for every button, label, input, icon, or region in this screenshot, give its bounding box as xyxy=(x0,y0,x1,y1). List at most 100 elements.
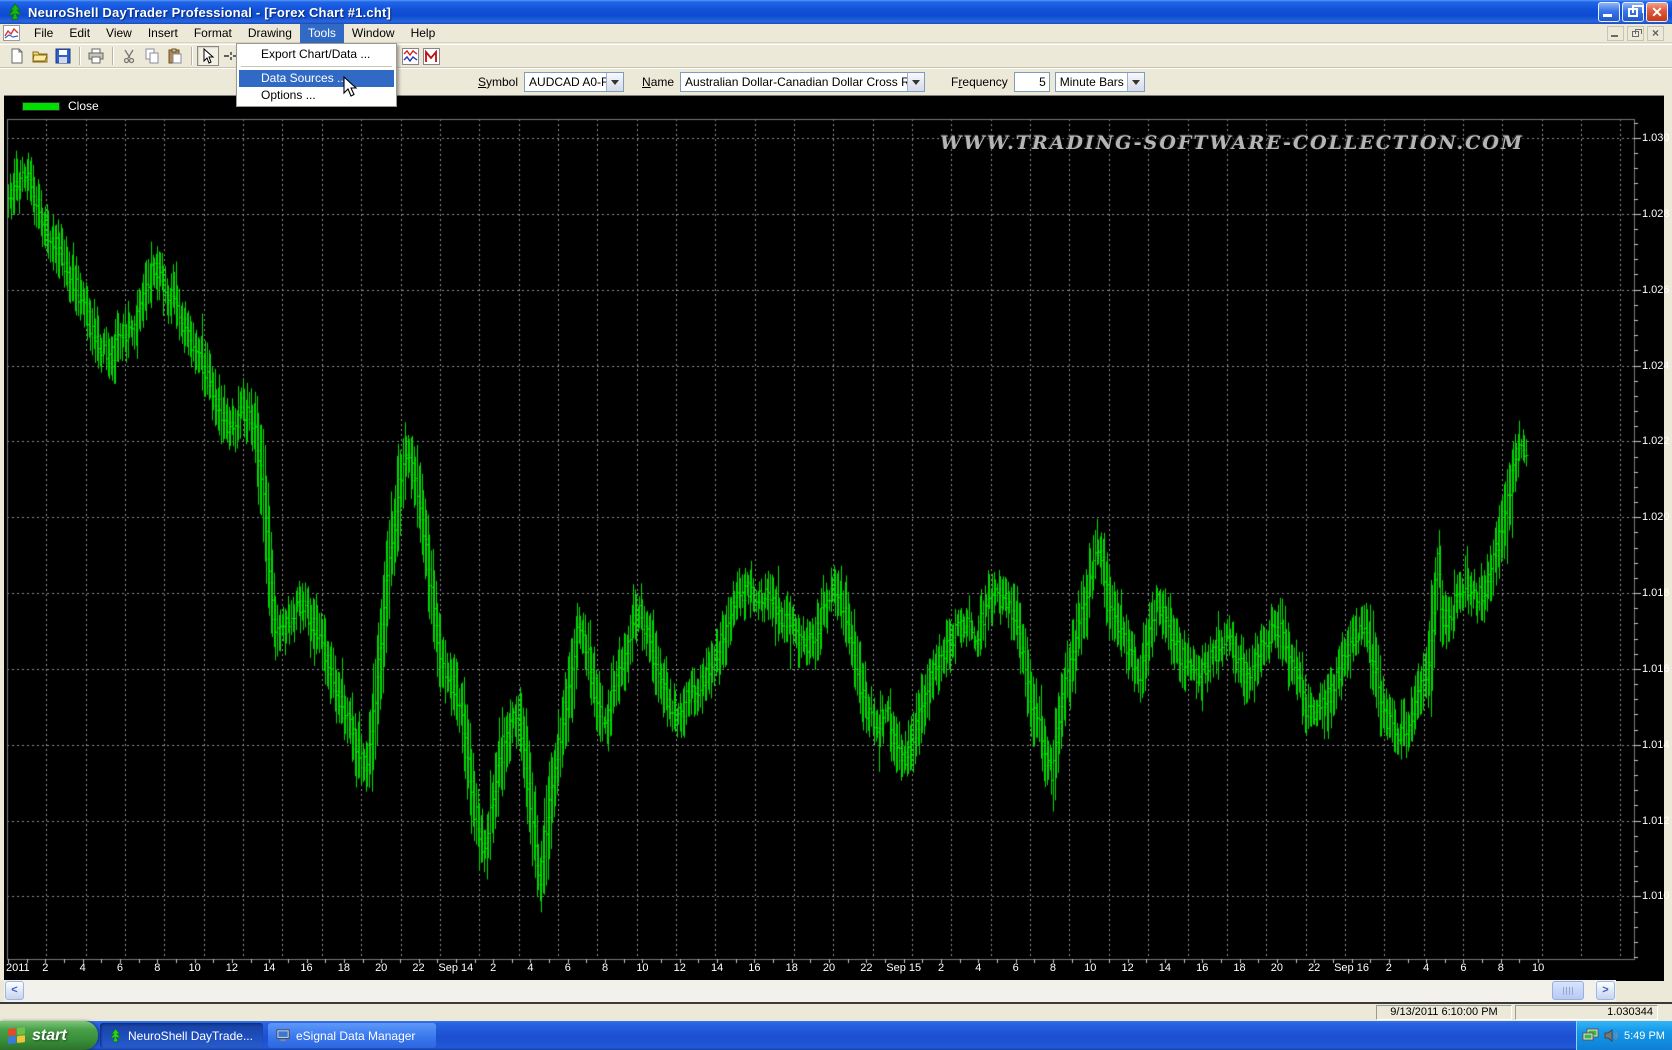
esignal-icon xyxy=(276,1028,291,1043)
volume-icon[interactable] xyxy=(1603,1028,1618,1043)
x-axis-tick-label: 16 xyxy=(1196,962,1208,974)
menu-item-data-sources[interactable]: Data Sources ... xyxy=(239,70,394,87)
scrollbar-thumb[interactable] xyxy=(1552,981,1584,1000)
x-axis-tick-label: 10 xyxy=(1084,962,1096,974)
y-axis-tick-label: 1.030 xyxy=(1642,132,1672,144)
frequency-dropdown-icon[interactable] xyxy=(1127,73,1144,91)
name-dropdown-icon[interactable] xyxy=(907,73,924,91)
menu-item-export-chart-data[interactable]: Export Chart/Data ... xyxy=(239,46,394,63)
mdi-restore-button[interactable] xyxy=(1627,26,1644,41)
system-tray: 5:49 PM xyxy=(1576,1021,1672,1050)
start-button[interactable]: start xyxy=(0,1021,98,1050)
paste-icon[interactable] xyxy=(164,46,186,66)
legend-label: Close xyxy=(68,99,99,113)
mdi-minimize-button[interactable] xyxy=(1607,26,1624,41)
x-axis-tick-label: 8 xyxy=(1050,962,1056,974)
x-axis-tick-label: Sep 14 xyxy=(438,962,473,974)
name-combobox[interactable]: Australian Dollar-Canadian Dollar Cross … xyxy=(680,72,925,92)
symbol-value: AUDCAD A0-FX xyxy=(525,75,606,89)
new-document-icon[interactable] xyxy=(6,46,28,66)
x-axis-tick-label: 22 xyxy=(1308,962,1320,974)
menu-drawing[interactable]: Drawing xyxy=(240,24,300,43)
x-axis-tick-label: 14 xyxy=(711,962,723,974)
status-price-value: 1.030344 xyxy=(1515,1005,1658,1020)
close-button[interactable]: ✕ xyxy=(1646,2,1668,22)
x-axis-tick-label: Sep 15 xyxy=(886,962,921,974)
x-axis-tick-label: 6 xyxy=(565,962,571,974)
x-axis-tick-label: 8 xyxy=(602,962,608,974)
wave-chart-icon[interactable] xyxy=(399,46,421,66)
scroll-right-arrow-icon[interactable]: > xyxy=(1596,981,1615,1000)
menu-window[interactable]: Window xyxy=(344,24,403,43)
name-label: Name xyxy=(642,75,674,89)
pointer-icon[interactable] xyxy=(197,46,219,66)
y-axis-tick-label: 1.024 xyxy=(1642,360,1672,372)
minimize-button[interactable] xyxy=(1598,2,1620,22)
open-folder-icon[interactable] xyxy=(29,46,51,66)
network-icon[interactable] xyxy=(1582,1028,1599,1043)
y-axis-tick-label: 1.026 xyxy=(1642,284,1672,296)
tools-menu-popup: Export Chart/Data ... Data Sources ...Opt… xyxy=(236,43,397,107)
menu-file[interactable]: File xyxy=(26,24,61,43)
y-axis-tick-label: 1.028 xyxy=(1642,208,1672,220)
y-axis-tick-label: 1.020 xyxy=(1642,511,1672,523)
mdi-close-button[interactable]: × xyxy=(1647,26,1664,41)
x-axis-tick-label: 4 xyxy=(1423,962,1429,974)
menu-separator xyxy=(241,66,392,67)
x-axis-tick-label: 2 xyxy=(490,962,496,974)
menu-help[interactable]: Help xyxy=(403,24,444,43)
copy-icon[interactable] xyxy=(141,46,163,66)
x-axis-tick-label: 2011 xyxy=(6,962,30,974)
y-axis-tick-label: 1.014 xyxy=(1642,739,1672,751)
scroll-left-arrow-icon[interactable]: < xyxy=(5,981,24,1000)
x-axis-tick-label: 6 xyxy=(1460,962,1466,974)
menu-edit[interactable]: Edit xyxy=(61,24,98,43)
menu-tools[interactable]: Tools xyxy=(300,24,344,43)
x-axis-tick-label: 6 xyxy=(117,962,123,974)
x-axis-tick-label: 18 xyxy=(338,962,350,974)
x-axis-tick-label: 14 xyxy=(263,962,275,974)
taskbar-task-neuroshell[interactable]: NeuroShell DayTrade... xyxy=(100,1023,263,1048)
x-axis-tick-label: 16 xyxy=(748,962,760,974)
chart-document-icon xyxy=(3,25,20,41)
x-axis-tick-label: 8 xyxy=(1498,962,1504,974)
symbol-dropdown-icon[interactable] xyxy=(606,73,623,91)
x-axis-tick-label: 12 xyxy=(226,962,238,974)
price-chart-canvas[interactable] xyxy=(4,96,1664,981)
x-axis-tick-label: 18 xyxy=(1233,962,1245,974)
x-axis-tick-label: 10 xyxy=(188,962,200,974)
frequency-unit-combobox[interactable]: Minute Bars xyxy=(1055,72,1145,92)
start-label: start xyxy=(32,1027,67,1045)
x-axis-tick-label: 12 xyxy=(1121,962,1133,974)
mdi-window-controls: × xyxy=(1607,26,1672,41)
y-axis-tick-label: 1.016 xyxy=(1642,663,1672,675)
status-bar: 9/13/2011 6:10:00 PM 1.030344 xyxy=(0,1004,1672,1021)
restore-button[interactable] xyxy=(1622,2,1644,22)
x-axis-tick-label: 2 xyxy=(1386,962,1392,974)
print-icon[interactable] xyxy=(85,46,107,66)
y-axis-tick-label: 1.012 xyxy=(1642,815,1672,827)
m-bars-icon[interactable] xyxy=(420,46,442,66)
cut-icon[interactable] xyxy=(118,46,140,66)
app-logo-icon xyxy=(6,3,24,21)
x-axis-tick-label: 4 xyxy=(527,962,533,974)
symbol-combobox[interactable]: AUDCAD A0-FX xyxy=(524,72,624,92)
x-axis-tick-label: 2 xyxy=(42,962,48,974)
legend-color-swatch xyxy=(22,102,60,111)
x-axis-tick-label: 6 xyxy=(1013,962,1019,974)
menu-view[interactable]: View xyxy=(98,24,140,43)
taskbar-task-esignal[interactable]: eSignal Data Manager xyxy=(268,1023,436,1048)
menu-insert[interactable]: Insert xyxy=(140,24,186,43)
menu-item-options[interactable]: Options ... xyxy=(239,87,394,104)
task-label: NeuroShell DayTrade... xyxy=(128,1029,253,1043)
x-axis-tick-label: 4 xyxy=(80,962,86,974)
frequency-input[interactable] xyxy=(1014,72,1050,92)
x-axis-tick-label: 12 xyxy=(674,962,686,974)
x-axis-tick-label: 22 xyxy=(860,962,872,974)
title-bar: NeuroShell DayTrader Professional - [For… xyxy=(0,0,1672,24)
tray-clock[interactable]: 5:49 PM xyxy=(1624,1030,1665,1042)
menu-format[interactable]: Format xyxy=(186,24,240,43)
save-icon[interactable] xyxy=(52,46,74,66)
chart-horizontal-scrollbar[interactable]: < > xyxy=(4,980,1616,1002)
y-axis-tick-label: 1.018 xyxy=(1642,587,1672,599)
